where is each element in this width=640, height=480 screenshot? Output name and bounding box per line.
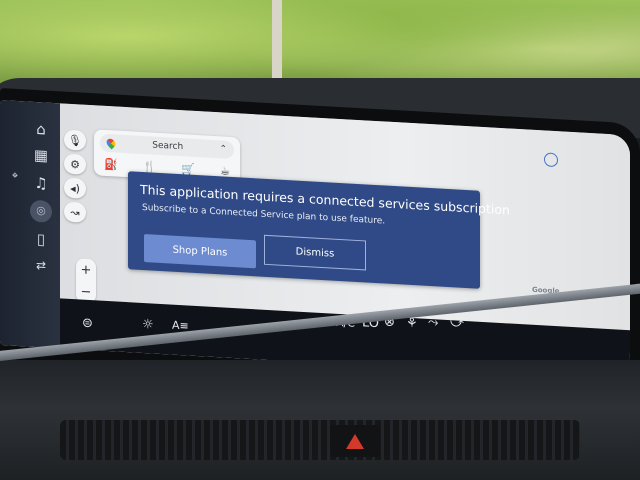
gas-station-icon[interactable]: ⛽ <box>104 157 118 171</box>
car-dashboard-scene: ⌂ ▦ ⌖ ♫ ⌾ ▯ ⇄ 🎙 ⚙ ◂) ↝ Search ⌃ ⛽ 🍴 🛒 ☕ … <box>0 0 640 480</box>
microphone-icon[interactable]: 🎙 <box>64 129 86 151</box>
infotainment-screen: ⌂ ▦ ⌖ ♫ ⌾ ▯ ⇄ 🎙 ⚙ ◂) ↝ Search ⌃ ⛽ 🍴 🛒 ☕ … <box>0 100 630 381</box>
coffee-icon[interactable]: ☕ <box>220 164 230 178</box>
toggle-icon[interactable]: ⇄ <box>30 254 52 277</box>
left-nav-rail: ⌂ ▦ ⌖ ♫ ⌾ ▯ ⇄ <box>0 100 60 349</box>
zoom-controls: + − <box>76 258 96 304</box>
airflow-face-icon[interactable]: ⤳ <box>428 315 438 331</box>
airflow-feet-icon[interactable]: ⤻ <box>450 315 464 331</box>
voice-guidance-icon[interactable]: ◂) <box>64 177 86 199</box>
route-icon[interactable]: ↝ <box>64 201 86 223</box>
subscription-dialog: This application requires a connected se… <box>128 171 510 289</box>
music-icon[interactable]: ♫ <box>30 172 52 195</box>
location-icon[interactable]: ⌖ <box>4 164 26 187</box>
hazard-triangle-icon <box>346 433 364 449</box>
zoom-out-button[interactable]: − <box>81 284 92 300</box>
toggle-settings-icon[interactable]: ⊜ <box>82 316 93 332</box>
shop-plans-button[interactable]: Shop Plans <box>144 234 256 269</box>
hazard-button[interactable] <box>330 425 380 457</box>
zoom-in-button[interactable]: + <box>81 262 92 278</box>
lamp-post <box>272 0 282 90</box>
search-label: Search <box>152 140 184 153</box>
air-vent <box>60 420 580 460</box>
phone-icon[interactable]: ▯ <box>30 228 52 251</box>
map-tools: 🎙 ⚙ ◂) ↝ <box>64 129 88 223</box>
profile-icon[interactable] <box>544 152 558 168</box>
home-icon[interactable]: ⌂ <box>30 118 52 141</box>
chevron-up-icon[interactable]: ⌃ <box>219 144 227 154</box>
dismiss-button[interactable]: Dismiss <box>264 234 366 271</box>
navigation-icon[interactable]: ⌾ <box>30 199 52 223</box>
apps-grid-icon[interactable]: ▦ <box>30 144 52 167</box>
search-bar[interactable]: Search ⌃ <box>100 133 234 160</box>
brightness-icon[interactable]: ☼ <box>142 317 154 333</box>
settings-gear-icon[interactable]: ⚙ <box>64 153 86 175</box>
